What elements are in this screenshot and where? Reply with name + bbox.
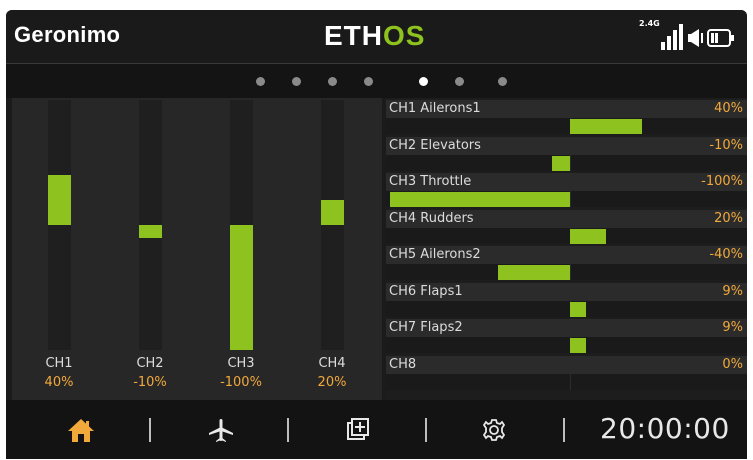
channel-bar-value: -10% <box>133 375 167 390</box>
channel-bar-label: CH4 <box>318 356 346 371</box>
radio-screen: Geronimo ETHOS 2.4G CH1 40% CH2 -10% CH3… <box>6 10 747 459</box>
channel-row[interactable]: CH3 Throttle -100% <box>386 173 747 209</box>
logo-os: OS <box>383 20 426 51</box>
channel-value: 20% <box>714 210 743 226</box>
channel-name: CH7 Flaps2 <box>389 320 463 335</box>
row-bar-track <box>386 227 747 244</box>
channel-bar-track <box>139 100 162 350</box>
channel-output-bar <box>570 301 587 317</box>
channel-row[interactable]: CH5 Ailerons2 -40% <box>386 246 747 282</box>
channel-bar-track <box>48 100 71 350</box>
channel-output-bar <box>570 228 606 244</box>
channel-value: 40% <box>714 101 743 116</box>
channel-name: CH5 Ailerons2 <box>389 247 481 262</box>
page-dot[interactable] <box>292 77 301 86</box>
channel-value: -100% <box>701 174 743 189</box>
channel-name: CH1 Ailerons1 <box>389 101 481 116</box>
channel-output-bar <box>498 265 570 280</box>
row-center-line <box>570 264 571 280</box>
channel-bar-fill <box>139 225 162 238</box>
row-bar-track <box>386 300 747 317</box>
footer-separator <box>425 418 427 442</box>
channel-output-bar <box>390 192 570 207</box>
logo-eth: ETH <box>324 20 383 51</box>
row-bar-track <box>386 118 747 134</box>
channel-value: -40% <box>709 247 743 262</box>
channel-name: CH6 Flaps1 <box>389 283 463 299</box>
model-name[interactable]: Geronimo <box>14 22 120 48</box>
timer-clock[interactable]: 20:00:00 <box>600 412 730 445</box>
channel-name: CH3 Throttle <box>389 174 472 189</box>
row-bar-track <box>386 373 747 390</box>
page-dot[interactable] <box>256 77 265 86</box>
channel-bar-label: CH3 <box>227 356 255 371</box>
status-icons[interactable]: 2.4G <box>639 19 739 52</box>
channel-list-panel: CH1 Ailerons1 40% CH2 Elevators -10% CH3 Thr… <box>386 98 747 400</box>
channel-bar-track <box>230 100 253 350</box>
channel-row[interactable]: CH8 0% <box>386 355 747 392</box>
header-bar: Geronimo ETHOS 2.4G <box>6 10 747 64</box>
channel-name: CH8 <box>389 356 417 372</box>
channel-value: 9% <box>722 283 743 299</box>
airplane-icon[interactable] <box>206 416 236 444</box>
page-indicator <box>6 64 747 98</box>
channel-bar-value: 20% <box>317 375 347 390</box>
channel-value: -10% <box>709 137 743 153</box>
channel-row[interactable]: CH1 Ailerons1 40% <box>386 100 747 136</box>
signal-bars-icon <box>661 24 683 50</box>
page-dot[interactable] <box>455 77 464 86</box>
channel-bar-fill <box>230 225 253 350</box>
channel-value: 0% <box>722 356 743 372</box>
channel-bar-value: -100% <box>220 375 262 390</box>
channel-bar-label: CH1 <box>45 356 73 371</box>
channel-output-bar <box>570 119 642 134</box>
channel-row[interactable]: CH4 Rudders 20% <box>386 209 747 246</box>
page-dot[interactable] <box>364 77 373 86</box>
channel-bar-track <box>321 100 344 350</box>
channel-row[interactable]: CH2 Elevators -10% <box>386 136 747 173</box>
row-bar-track <box>386 337 747 353</box>
channel-output-bar <box>570 338 587 353</box>
channel-name: CH4 Rudders <box>389 210 474 226</box>
channel-value: 9% <box>722 320 743 335</box>
channel-bar-fill <box>321 200 344 225</box>
row-center-line <box>570 154 571 171</box>
home-icon[interactable] <box>66 416 96 444</box>
channel-bar-label: CH2 <box>136 356 164 371</box>
ethos-logo: ETHOS <box>324 20 425 52</box>
settings-gear-icon[interactable] <box>481 416 507 444</box>
footer-separator <box>287 418 289 442</box>
row-header <box>386 355 747 374</box>
channel-row[interactable]: CH6 Flaps1 9% <box>386 282 747 319</box>
signal-band-label: 2.4G <box>639 19 660 28</box>
channel-output-bar <box>552 155 570 171</box>
channel-bars-panel: CH1 40% CH2 -10% CH3 -100% CH4 20% <box>12 98 382 400</box>
channel-name: CH2 Elevators <box>389 137 481 153</box>
footer-separator <box>563 418 565 442</box>
page-dot[interactable] <box>498 77 507 86</box>
row-center-line <box>570 373 571 390</box>
system-tools-icon[interactable] <box>346 416 370 444</box>
page-dot-active[interactable] <box>419 77 428 86</box>
channel-bar-value: 40% <box>44 375 74 390</box>
channel-bar-fill <box>48 175 71 225</box>
row-center-line <box>570 191 571 207</box>
footer-toolbar: 20:00:00 <box>6 400 747 459</box>
speaker-icon <box>688 29 703 47</box>
footer-separator <box>149 418 151 442</box>
channel-row[interactable]: CH7 Flaps2 9% <box>386 319 747 355</box>
page-dot[interactable] <box>328 77 337 86</box>
battery-icon <box>707 29 734 47</box>
